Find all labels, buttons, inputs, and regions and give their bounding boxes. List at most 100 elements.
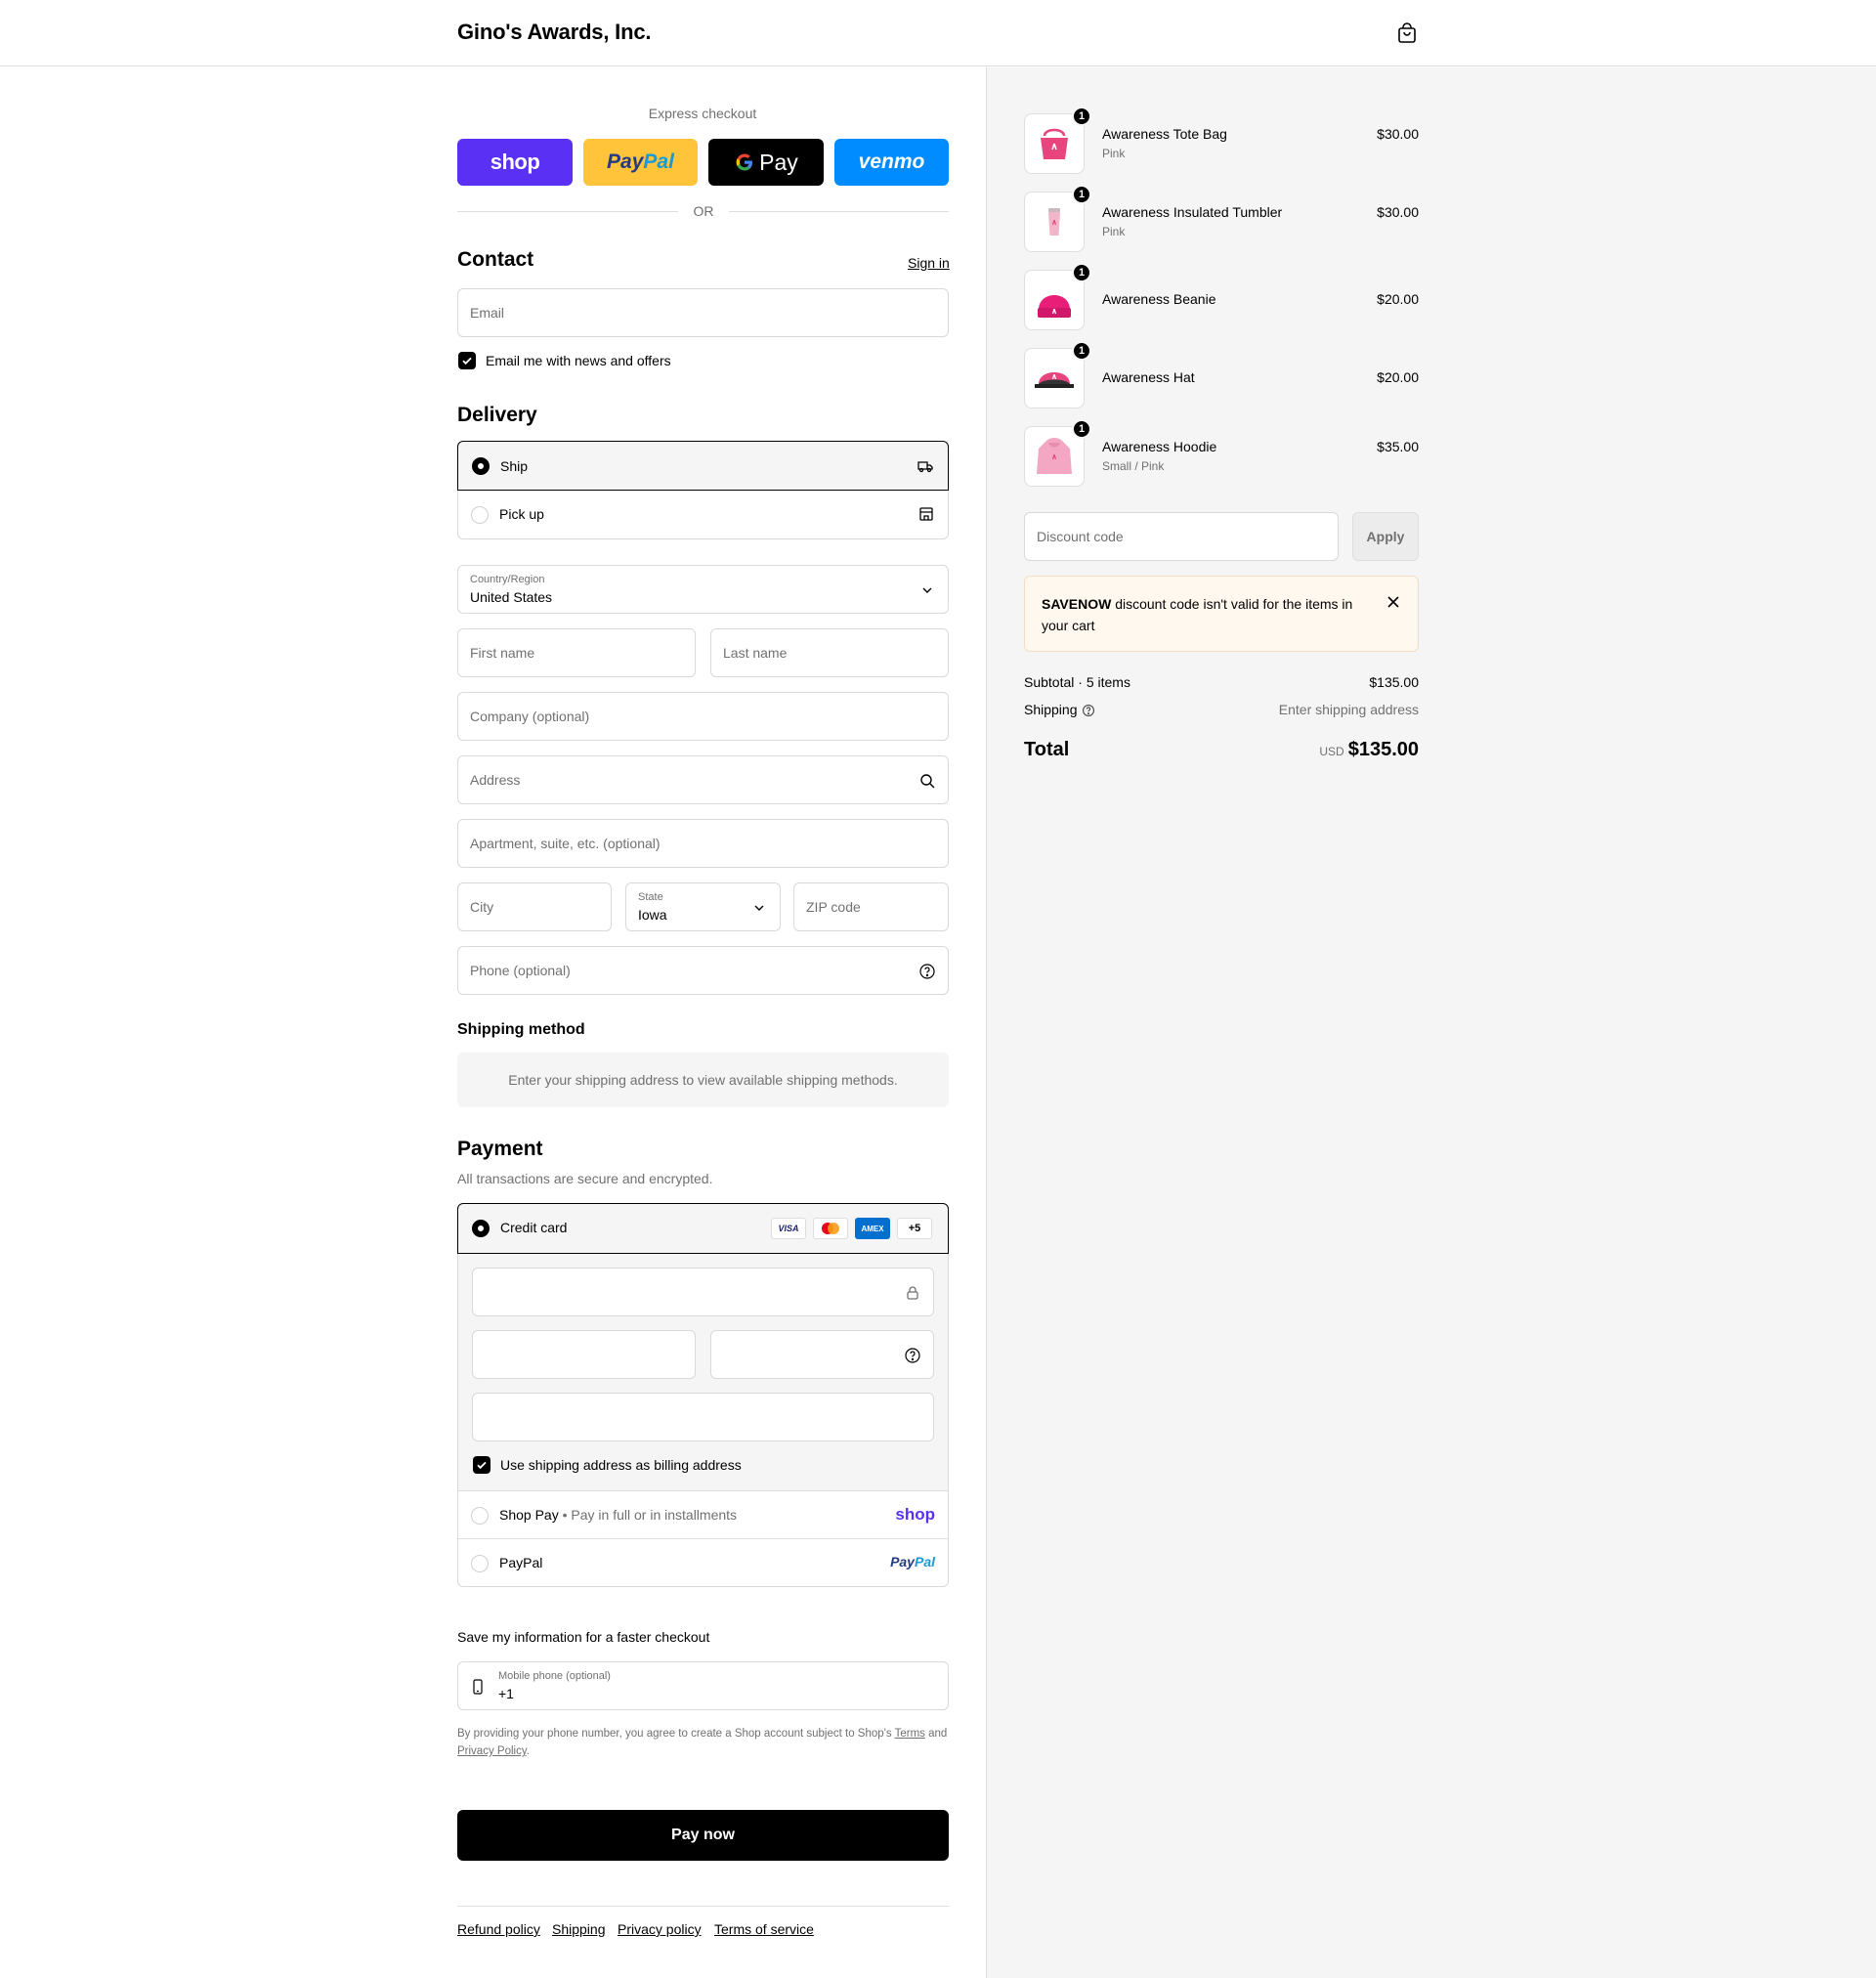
discount-code-field[interactable]: Discount code bbox=[1024, 512, 1339, 561]
truck-icon bbox=[917, 461, 933, 473]
help-circle-icon[interactable] bbox=[904, 1347, 921, 1364]
chevron-down-icon bbox=[922, 587, 932, 593]
sign-in-link[interactable]: Sign in bbox=[908, 255, 950, 271]
refund-policy-link[interactable]: Refund policy bbox=[457, 1921, 540, 1937]
city-field[interactable]: City bbox=[457, 882, 612, 931]
country-select[interactable]: Country/Region United States bbox=[457, 565, 949, 614]
shopping-bag-icon[interactable] bbox=[1395, 22, 1419, 45]
item-price: $35.00 bbox=[1377, 439, 1419, 454]
more-cards-text: +5 bbox=[908, 1223, 921, 1234]
zip-placeholder: ZIP code bbox=[806, 899, 861, 915]
apartment-field[interactable]: Apartment, suite, etc. (optional) bbox=[457, 819, 949, 868]
phone-field[interactable]: Phone (optional) bbox=[457, 946, 949, 995]
terms-link[interactable]: Terms bbox=[895, 1728, 925, 1740]
quantity-badge: 1 bbox=[1072, 419, 1091, 439]
phone-placeholder: Phone (optional) bbox=[470, 963, 571, 978]
subtotal-label: Subtotal · 5 items bbox=[1024, 674, 1130, 690]
terms-end: . bbox=[526, 1745, 530, 1757]
venmo-logo: venmo bbox=[858, 150, 925, 173]
mobile-phone-value: +1 bbox=[498, 1686, 514, 1701]
venmo-express-button[interactable]: venmo bbox=[834, 139, 949, 186]
help-circle-icon[interactable] bbox=[1082, 704, 1095, 717]
paypal-logo-pay: Pay bbox=[607, 150, 644, 173]
paypal-radio[interactable] bbox=[471, 1555, 489, 1572]
shop-pay-logo: shop bbox=[895, 1505, 935, 1524]
shipping-policy-link[interactable]: Shipping bbox=[552, 1921, 606, 1937]
terms-of-service-link[interactable]: Terms of service bbox=[714, 1921, 814, 1937]
address-field[interactable]: Address bbox=[457, 755, 949, 804]
privacy-policy-link[interactable]: Privacy Policy bbox=[457, 1745, 527, 1757]
gpay-label: Pay bbox=[759, 149, 798, 175]
item-variant: Pink bbox=[1102, 225, 1126, 238]
more-cards-badge: +5 bbox=[897, 1218, 932, 1239]
quantity-badge: 1 bbox=[1072, 341, 1091, 361]
discount-error-code: SAVENOW bbox=[1042, 596, 1112, 612]
store-name[interactable]: Gino's Awards, Inc. bbox=[457, 20, 651, 45]
item-name: Awareness Hat bbox=[1102, 369, 1195, 385]
shipping-method-title: Shipping method bbox=[457, 1021, 585, 1038]
item-variant: Pink bbox=[1102, 147, 1126, 160]
google-pay-express-button[interactable]: Pay bbox=[708, 139, 824, 186]
item-name: Awareness Insulated Tumbler bbox=[1102, 204, 1283, 220]
shop-pay-label: Shop Pay bbox=[499, 1507, 559, 1523]
footer-divider bbox=[457, 1906, 949, 1907]
visa-icon: VISA bbox=[771, 1218, 806, 1239]
state-label: State bbox=[638, 891, 663, 903]
delivery-option-pickup[interactable]: Pick up bbox=[457, 491, 949, 539]
close-icon[interactable] bbox=[1386, 595, 1400, 609]
billing-address-checkbox[interactable] bbox=[473, 1456, 490, 1474]
ship-radio[interactable] bbox=[472, 457, 490, 475]
discount-error-banner: SAVENOW discount code isn't valid for th… bbox=[1024, 576, 1419, 652]
shop-pay-radio[interactable] bbox=[471, 1507, 489, 1525]
expiration-date-field[interactable] bbox=[472, 1330, 696, 1379]
pickup-radio[interactable] bbox=[471, 506, 489, 524]
help-circle-icon[interactable] bbox=[918, 963, 936, 980]
shop-pay-description: Pay in full or in installments bbox=[571, 1507, 738, 1523]
country-value: United States bbox=[470, 589, 553, 605]
name-on-card-field[interactable] bbox=[472, 1393, 934, 1441]
shipping-value: Enter shipping address bbox=[1278, 702, 1419, 717]
zip-field[interactable]: ZIP code bbox=[793, 882, 949, 931]
item-price: $20.00 bbox=[1377, 369, 1419, 385]
payment-option-shop-pay[interactable]: Shop Pay • Pay in full or in installment… bbox=[458, 1492, 948, 1539]
checkmark-icon bbox=[477, 1461, 487, 1470]
item-price: $30.00 bbox=[1377, 204, 1419, 220]
item-variant: Small / Pink bbox=[1102, 459, 1165, 473]
privacy-policy-footer-link[interactable]: Privacy policy bbox=[618, 1921, 702, 1937]
first-name-placeholder: First name bbox=[470, 645, 535, 661]
delivery-option-ship[interactable]: Ship bbox=[457, 441, 949, 491]
credit-card-label: Credit card bbox=[500, 1220, 568, 1235]
or-label: OR bbox=[693, 203, 714, 219]
mastercard-icon bbox=[813, 1218, 848, 1239]
item-name: Awareness Beanie bbox=[1102, 291, 1216, 307]
pay-now-button[interactable]: Pay now bbox=[457, 1810, 949, 1861]
discount-error-text: SAVENOW discount code isn't valid for th… bbox=[1042, 593, 1364, 636]
total-amount: USD $135.00 bbox=[1223, 739, 1419, 761]
chevron-down-icon bbox=[754, 905, 764, 911]
last-name-field[interactable]: Last name bbox=[710, 628, 949, 677]
paypal-logo-pal: Pal bbox=[643, 150, 674, 173]
security-code-field[interactable] bbox=[710, 1330, 934, 1379]
card-number-field[interactable] bbox=[472, 1268, 934, 1316]
order-summary-panel bbox=[986, 67, 1876, 1978]
news-checkbox[interactable] bbox=[458, 352, 476, 369]
total-label: Total bbox=[1024, 739, 1070, 760]
shop-pay-express-button[interactable]: shop bbox=[457, 139, 573, 186]
state-value: Iowa bbox=[638, 907, 667, 923]
paypal-express-button[interactable]: PayPal bbox=[583, 139, 698, 186]
contact-title: Contact bbox=[457, 248, 534, 271]
payment-option-paypal[interactable]: PayPal PayPal bbox=[458, 1540, 948, 1586]
mobile-phone-icon bbox=[473, 1679, 483, 1695]
site-header: Gino's Awards, Inc. bbox=[0, 0, 1876, 66]
amex-text: AMEX bbox=[861, 1224, 884, 1233]
apply-discount-button[interactable]: Apply bbox=[1352, 512, 1419, 561]
email-field[interactable]: Email bbox=[457, 288, 949, 337]
state-select[interactable]: State Iowa bbox=[625, 882, 781, 931]
first-name-field[interactable]: First name bbox=[457, 628, 696, 677]
company-field[interactable]: Company (optional) bbox=[457, 692, 949, 741]
last-name-placeholder: Last name bbox=[723, 645, 788, 661]
mobile-phone-field[interactable]: Mobile phone (optional) +1 bbox=[457, 1661, 949, 1710]
credit-card-radio[interactable] bbox=[472, 1220, 490, 1237]
discount-code-placeholder: Discount code bbox=[1037, 529, 1124, 544]
quantity-badge: 1 bbox=[1072, 185, 1091, 204]
